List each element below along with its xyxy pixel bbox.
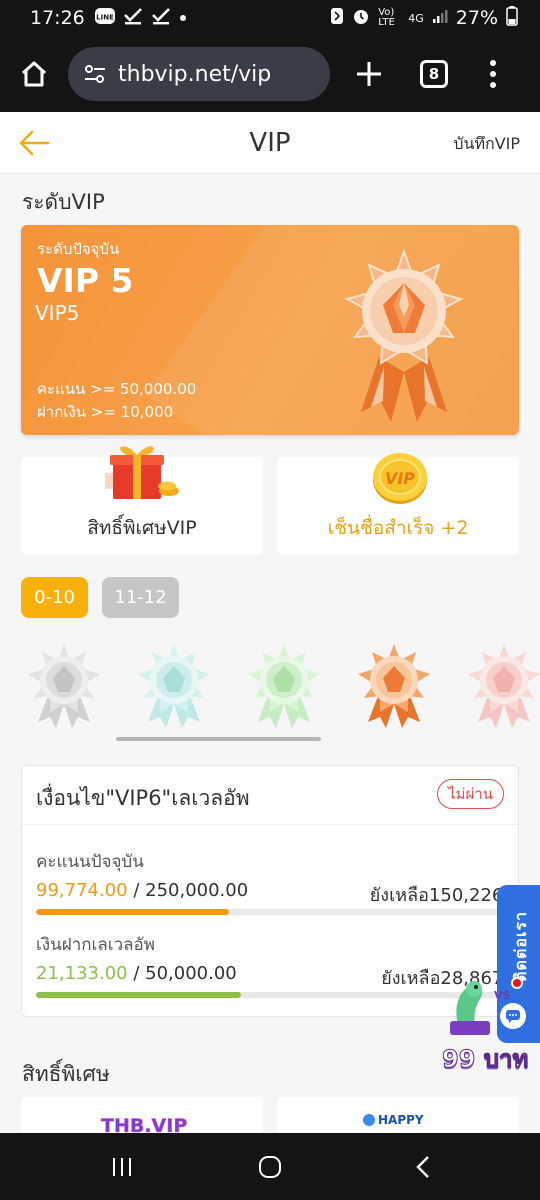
deposit-value: 21,133.00 / 50,000.00 [36, 963, 237, 984]
range-tab-11-12[interactable]: 11-12 [102, 577, 179, 618]
cyan-medal-icon[interactable] [134, 642, 214, 728]
happy-logo-text: HAPPY [378, 1113, 424, 1127]
url-text: thbvip.net/vip [118, 61, 272, 87]
new-tab-button[interactable] [352, 57, 386, 91]
points-progress-bar [36, 909, 520, 915]
browser-toolbar: thbvip.net/vip 8 [0, 36, 540, 112]
svg-text:VS: VS [494, 989, 511, 1002]
check-icon [123, 7, 143, 29]
vip5-medal-icon [344, 247, 464, 422]
deposit-current: 21,133.00 [36, 963, 128, 984]
tab-switcher-button[interactable]: 8 [420, 60, 448, 88]
points-label: คะแนนปัจจุบัน [36, 852, 144, 872]
points-value: 99,774.00 / 250,000.00 [36, 880, 248, 901]
points-current: 99,774.00 [36, 880, 128, 901]
recent-apps-icon[interactable] [110, 1155, 134, 1179]
orange-medal-icon[interactable] [354, 642, 434, 728]
home-icon [21, 61, 47, 87]
gift-box-icon [105, 446, 179, 499]
status-time: 17:26 [30, 7, 85, 29]
status-bar: 17:26 LINE Vo) LTE 4G 27% [0, 0, 540, 36]
plus-icon [357, 62, 381, 86]
vip-coin-icon: VIP [373, 453, 427, 504]
green-medal-icon[interactable] [244, 642, 324, 728]
promo-text: 99 บาท [441, 1045, 529, 1074]
carousel-scrollbar[interactable] [116, 737, 321, 741]
app-header: VIP บันทึกVIP [0, 112, 540, 174]
alarm-icon [352, 7, 370, 29]
pink-medal-icon[interactable] [464, 642, 540, 728]
contact-us-label: ติดต่อเรา [511, 911, 530, 982]
status-badge: ไม่ผ่าน [437, 779, 504, 809]
check-in-label: เช็นชื่อสำเร็จ +2 [327, 517, 469, 539]
vip-privilege-tile[interactable]: สิทธิ์พิเศษVIP [21, 446, 263, 555]
home-nav-icon[interactable] [258, 1155, 282, 1179]
current-level-label: ระดับปัจจุบัน [37, 240, 120, 258]
back-arrow-icon[interactable] [18, 126, 52, 160]
system-nav-bar [0, 1133, 540, 1200]
range-tab-0-10[interactable]: 0-10 [21, 577, 88, 618]
privilege-tile-thbvip[interactable]: THB.VIP [21, 1097, 263, 1137]
vip-level-section-title: ระดับVIP [22, 190, 105, 214]
network-label: 4G [408, 11, 424, 25]
deposit-target: / 50,000.00 [127, 963, 237, 984]
check-icon [151, 7, 171, 29]
battery-icon [506, 6, 518, 30]
svg-text:LINE: LINE [96, 14, 114, 22]
home-button[interactable] [14, 54, 54, 94]
condition-title: เงื่อนไข"VIP6"เลเวลอัพ [36, 786, 250, 810]
signal-icon [432, 8, 448, 28]
privileges-section-title: สิทธิ์พิเศษ [22, 1062, 110, 1086]
deposit-requirement: ฝากเงิน >= 10,000 [37, 403, 174, 421]
vip-medal-carousel[interactable] [0, 642, 540, 732]
vip-record-link[interactable]: บันทึกVIP [453, 132, 520, 157]
happy-logo: HAPPY [363, 1113, 424, 1127]
vip-privilege-label: สิทธิ์พิเศษVIP [87, 517, 197, 539]
current-vip-card: ระดับปัจจุบัน VIP 5 VIP5 คะแนน >= 50,000… [21, 225, 519, 435]
volte-label: Vo) LTE [378, 7, 395, 28]
browser-menu-button[interactable] [488, 60, 498, 88]
current-level-sub: VIP5 [35, 301, 80, 325]
current-level-big: VIP 5 [37, 261, 134, 300]
back-nav-icon[interactable] [412, 1155, 436, 1179]
silver-medal-icon[interactable] [24, 642, 104, 728]
nfc-icon [330, 7, 344, 29]
site-settings-icon[interactable] [84, 64, 106, 84]
promo-character-icon: VS [450, 981, 511, 1035]
points-target: / 250,000.00 [127, 880, 249, 901]
promo-floating-banner[interactable]: VS 99 บาท [440, 975, 532, 1075]
line-icon: LINE [94, 8, 115, 28]
battery-percent: 27% [455, 7, 498, 29]
deposit-label: เงินฝากเลเวลอัพ [36, 935, 155, 955]
dot-icon [179, 10, 187, 26]
check-in-tile[interactable]: VIP เช็นชื่อสำเร็จ +2 [277, 453, 519, 555]
coin-text: VIP [385, 469, 415, 488]
url-bar[interactable]: thbvip.net/vip [68, 47, 330, 101]
privilege-tile-happy[interactable]: HAPPY [277, 1097, 519, 1137]
points-requirement: คะแนน >= 50,000.00 [37, 380, 197, 398]
